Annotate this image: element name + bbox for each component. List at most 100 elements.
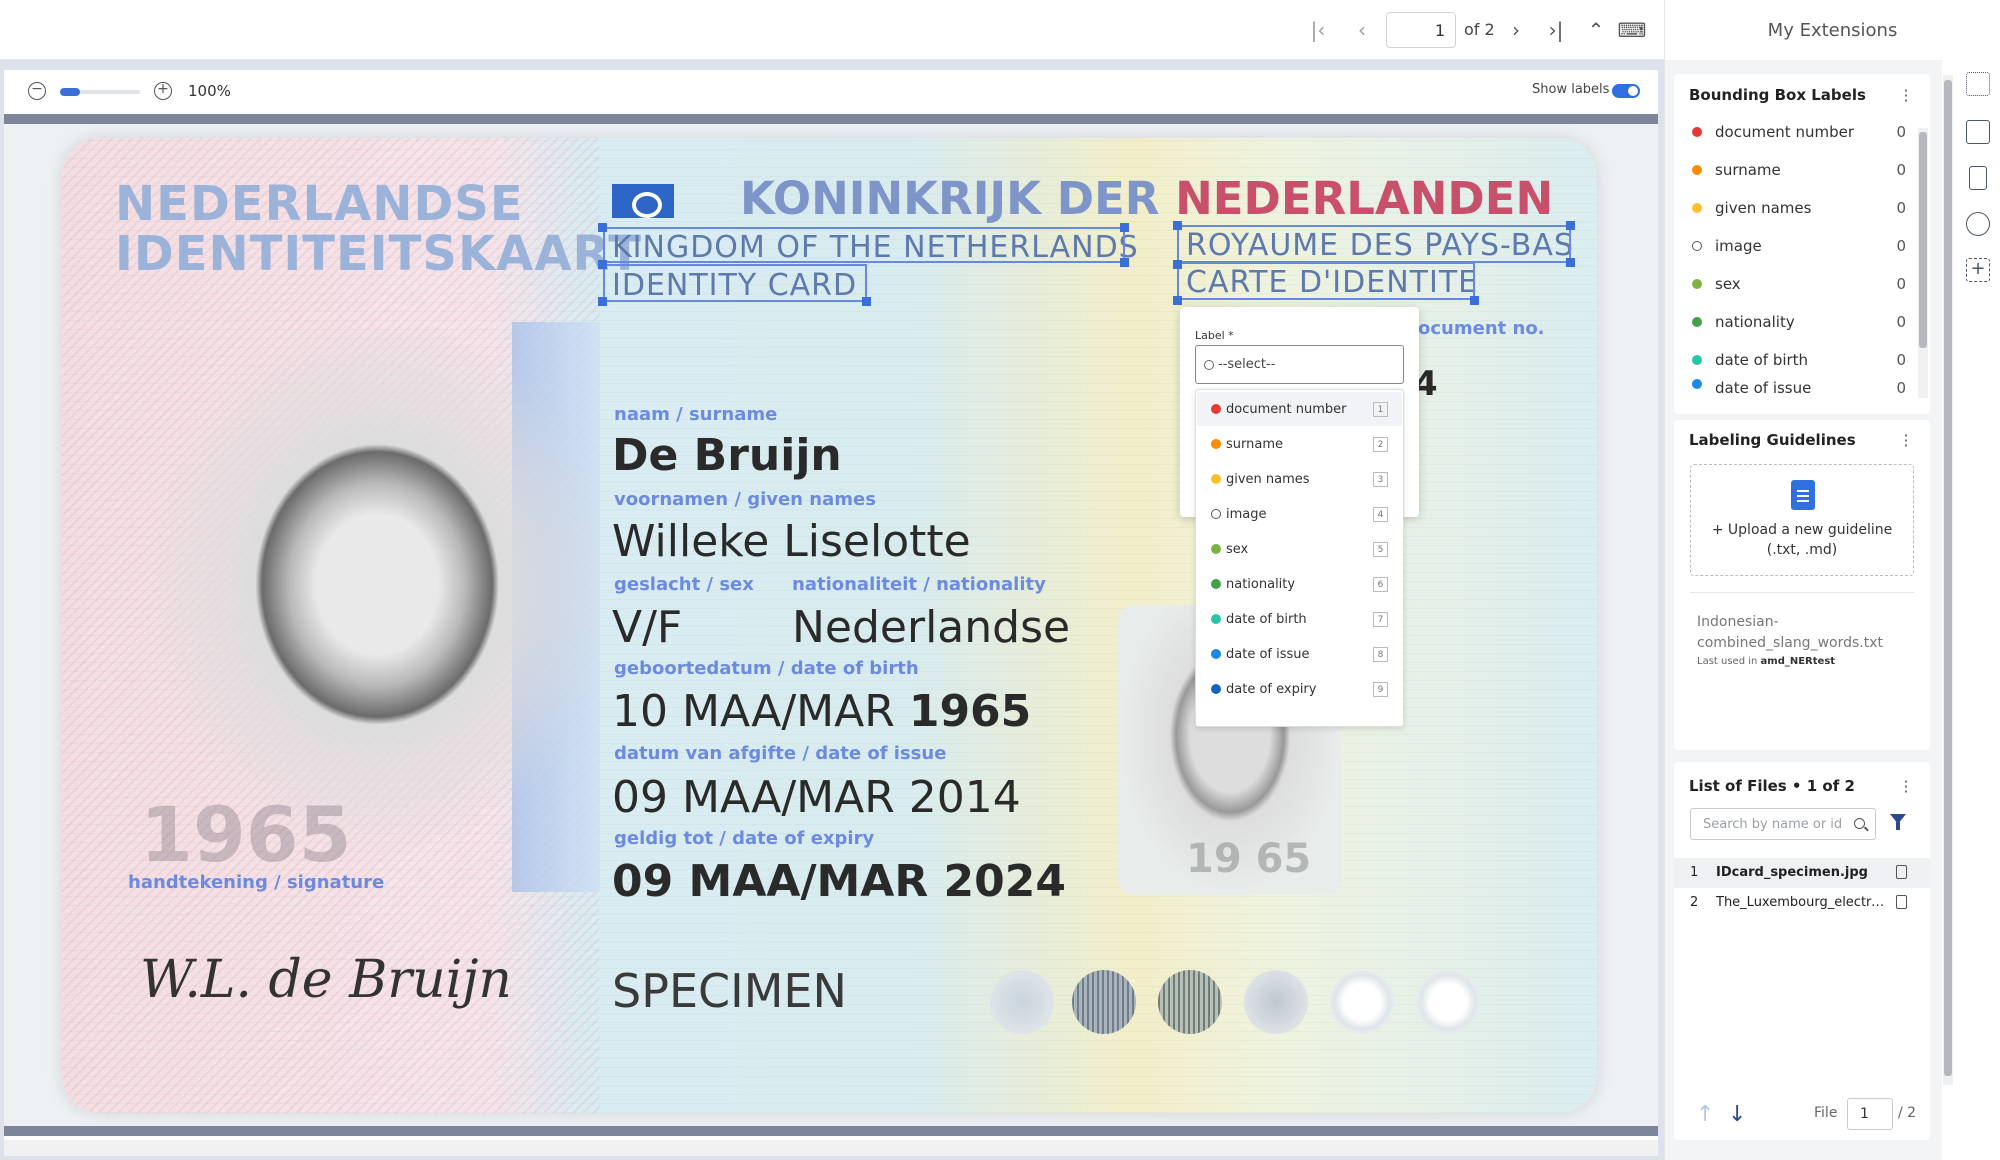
bbox-label-name: nationality [1715, 313, 1795, 331]
bbox-label-count: 0 [1896, 379, 1906, 397]
nationality-label: nationaliteit / nationality [792, 574, 1046, 595]
next-page-icon[interactable]: › [1500, 14, 1532, 46]
label-option-text: surname [1226, 436, 1283, 452]
horizontal-scrollbar[interactable] [4, 1140, 1658, 1156]
file-row[interactable]: 1 IDcard_specimen.jpg [1674, 858, 1930, 888]
shortcut-key-badge: 2 [1373, 437, 1388, 452]
collapse-up-icon[interactable]: ⌃ [1580, 14, 1612, 46]
guideline-file-name[interactable]: Indonesian-combined_slang_words.txt [1697, 612, 1907, 654]
book-icon[interactable] [1966, 120, 1990, 144]
bounding-box-royaume[interactable] [1177, 225, 1571, 263]
bbox-handle[interactable] [862, 297, 871, 306]
bbox-handle[interactable] [1120, 223, 1129, 232]
card-title-nl-line2: IDENTITEITSKAART [115, 226, 643, 282]
filter-icon[interactable] [1890, 814, 1906, 830]
bounding-box-identity-card[interactable] [603, 264, 867, 302]
keyboard-shortcuts-icon[interactable]: ⌨ [1616, 14, 1648, 46]
page-count-label: of 2 [1464, 20, 1495, 39]
bbox-handle[interactable] [1120, 258, 1129, 267]
upload-guideline-text[interactable]: + Upload a new guideline (.txt, .md) [1690, 520, 1914, 560]
surname-label: naam / surname [614, 404, 778, 425]
last-page-icon[interactable]: ›| [1540, 14, 1572, 46]
bbox-label-row[interactable]: image 0 [1674, 227, 1914, 265]
bbox-label-row[interactable]: document number 0 [1674, 113, 1914, 151]
bbox-handle[interactable] [598, 297, 607, 306]
arrow-down-icon[interactable]: ↓ [1728, 1102, 1746, 1127]
file-name: IDcard_specimen.jpg [1716, 865, 1868, 880]
label-color-dot [1692, 203, 1702, 213]
add-extension-icon[interactable]: + [1966, 258, 1990, 282]
bbox-label-row[interactable]: date of birth 0 [1674, 341, 1914, 379]
label-option[interactable]: sex 5 [1197, 532, 1402, 566]
zoom-slider-handle[interactable] [60, 88, 80, 96]
bbox-handle[interactable] [1566, 258, 1575, 267]
workflow-icon[interactable] [1966, 72, 1990, 96]
bbox-labels-scroll-thumb[interactable] [1919, 132, 1927, 348]
extensions-title: My Extensions [1767, 19, 1898, 41]
label-option-text: date of issue [1226, 646, 1310, 662]
bbox-label-name: sex [1715, 275, 1741, 293]
bbox-label-row[interactable]: sex 0 [1674, 265, 1914, 303]
bbox-labels-menu-icon[interactable]: · · · [1903, 83, 1909, 109]
label-select[interactable]: --select-- [1195, 345, 1404, 384]
bbox-handle[interactable] [1470, 296, 1479, 305]
bbox-label-row[interactable]: date of issue 0 [1674, 379, 1914, 397]
label-option[interactable]: date of issue 8 [1197, 637, 1402, 671]
signature: W.L. de Bruijn [140, 950, 512, 1010]
hologram-5 [1330, 970, 1394, 1034]
bbox-handle[interactable] [1173, 221, 1182, 230]
label-option-text: given names [1226, 471, 1310, 487]
guidelines-menu-icon[interactable]: · · · [1903, 428, 1909, 454]
label-option[interactable]: date of birth 7 [1197, 602, 1402, 636]
label-color-dot [1692, 279, 1702, 289]
guideline-last-used: Last used in amd_NERtest [1697, 656, 1835, 667]
label-option[interactable]: given names 3 [1197, 462, 1402, 496]
bbox-handle[interactable] [598, 260, 607, 269]
arrow-up-icon[interactable]: ↑ [1696, 1102, 1714, 1127]
label-color-dot [1211, 439, 1221, 449]
viewer-bottom-border [4, 1126, 1658, 1136]
files-menu-icon[interactable]: · · · [1903, 774, 1909, 800]
kingdom-title-nl: KONINKRIJK DER NEDERLANDEN [740, 172, 1553, 225]
bbox-handle[interactable] [1566, 221, 1575, 230]
panel-scroll-thumb[interactable] [1944, 80, 1952, 1076]
eu-flag-emblem [612, 184, 674, 218]
show-labels-toggle[interactable] [1612, 84, 1640, 98]
specimen-text: SPECIMEN [612, 964, 847, 1018]
guidelines-divider [1690, 592, 1914, 593]
dashboard-icon[interactable] [1966, 212, 1990, 236]
kingdom-title-nl-a: KONINKRIJK DER [740, 172, 1176, 225]
label-color-dot [1211, 579, 1221, 589]
label-option[interactable]: document number 1 [1197, 392, 1402, 426]
label-option[interactable]: image 4 [1197, 497, 1402, 531]
file-name: The_Luxembourg_electronic_ID_card.jpg [1716, 895, 1886, 910]
top-toolbar: |‹ ‹ 1 of 2 › ›| ⌃ ⌨ [0, 0, 1664, 60]
bbox-label-name: date of issue [1715, 379, 1812, 397]
prev-page-icon[interactable]: ‹ [1346, 14, 1378, 46]
first-page-icon[interactable]: |‹ [1302, 14, 1334, 46]
surname-value: De Bruijn [612, 430, 842, 481]
page-number-input[interactable]: 1 [1386, 12, 1456, 48]
bbox-label-row[interactable]: surname 0 [1674, 151, 1914, 189]
label-option[interactable]: surname 2 [1197, 427, 1402, 461]
bbox-label-row[interactable]: given names 0 [1674, 189, 1914, 227]
file-row[interactable]: 2 The_Luxembourg_electronic_ID_card.jpg [1674, 888, 1930, 918]
bbox-label-row[interactable]: nationality 0 [1674, 303, 1914, 341]
zoom-out-icon[interactable]: − [28, 82, 46, 100]
label-color-dot [1211, 649, 1221, 659]
bounding-box-kingdom[interactable] [603, 227, 1125, 263]
zoom-in-icon[interactable]: + [154, 82, 172, 100]
file-icon[interactable] [1969, 166, 1987, 190]
label-color-dot [1692, 241, 1702, 251]
bounding-box-carte[interactable] [1177, 262, 1475, 300]
file-pager-input[interactable]: 1 [1847, 1098, 1893, 1130]
bbox-handle[interactable] [1173, 260, 1182, 269]
label-option[interactable]: date of expiry 9 [1197, 672, 1402, 706]
file-search-input[interactable]: Search by name or id [1690, 808, 1876, 840]
bbox-handle[interactable] [1173, 296, 1182, 305]
file-icon[interactable] [1896, 865, 1907, 879]
show-labels-label: Show labels [1532, 82, 1610, 97]
file-icon[interactable] [1896, 895, 1907, 909]
bbox-handle[interactable] [598, 223, 607, 232]
label-option[interactable]: nationality 6 [1197, 567, 1402, 601]
